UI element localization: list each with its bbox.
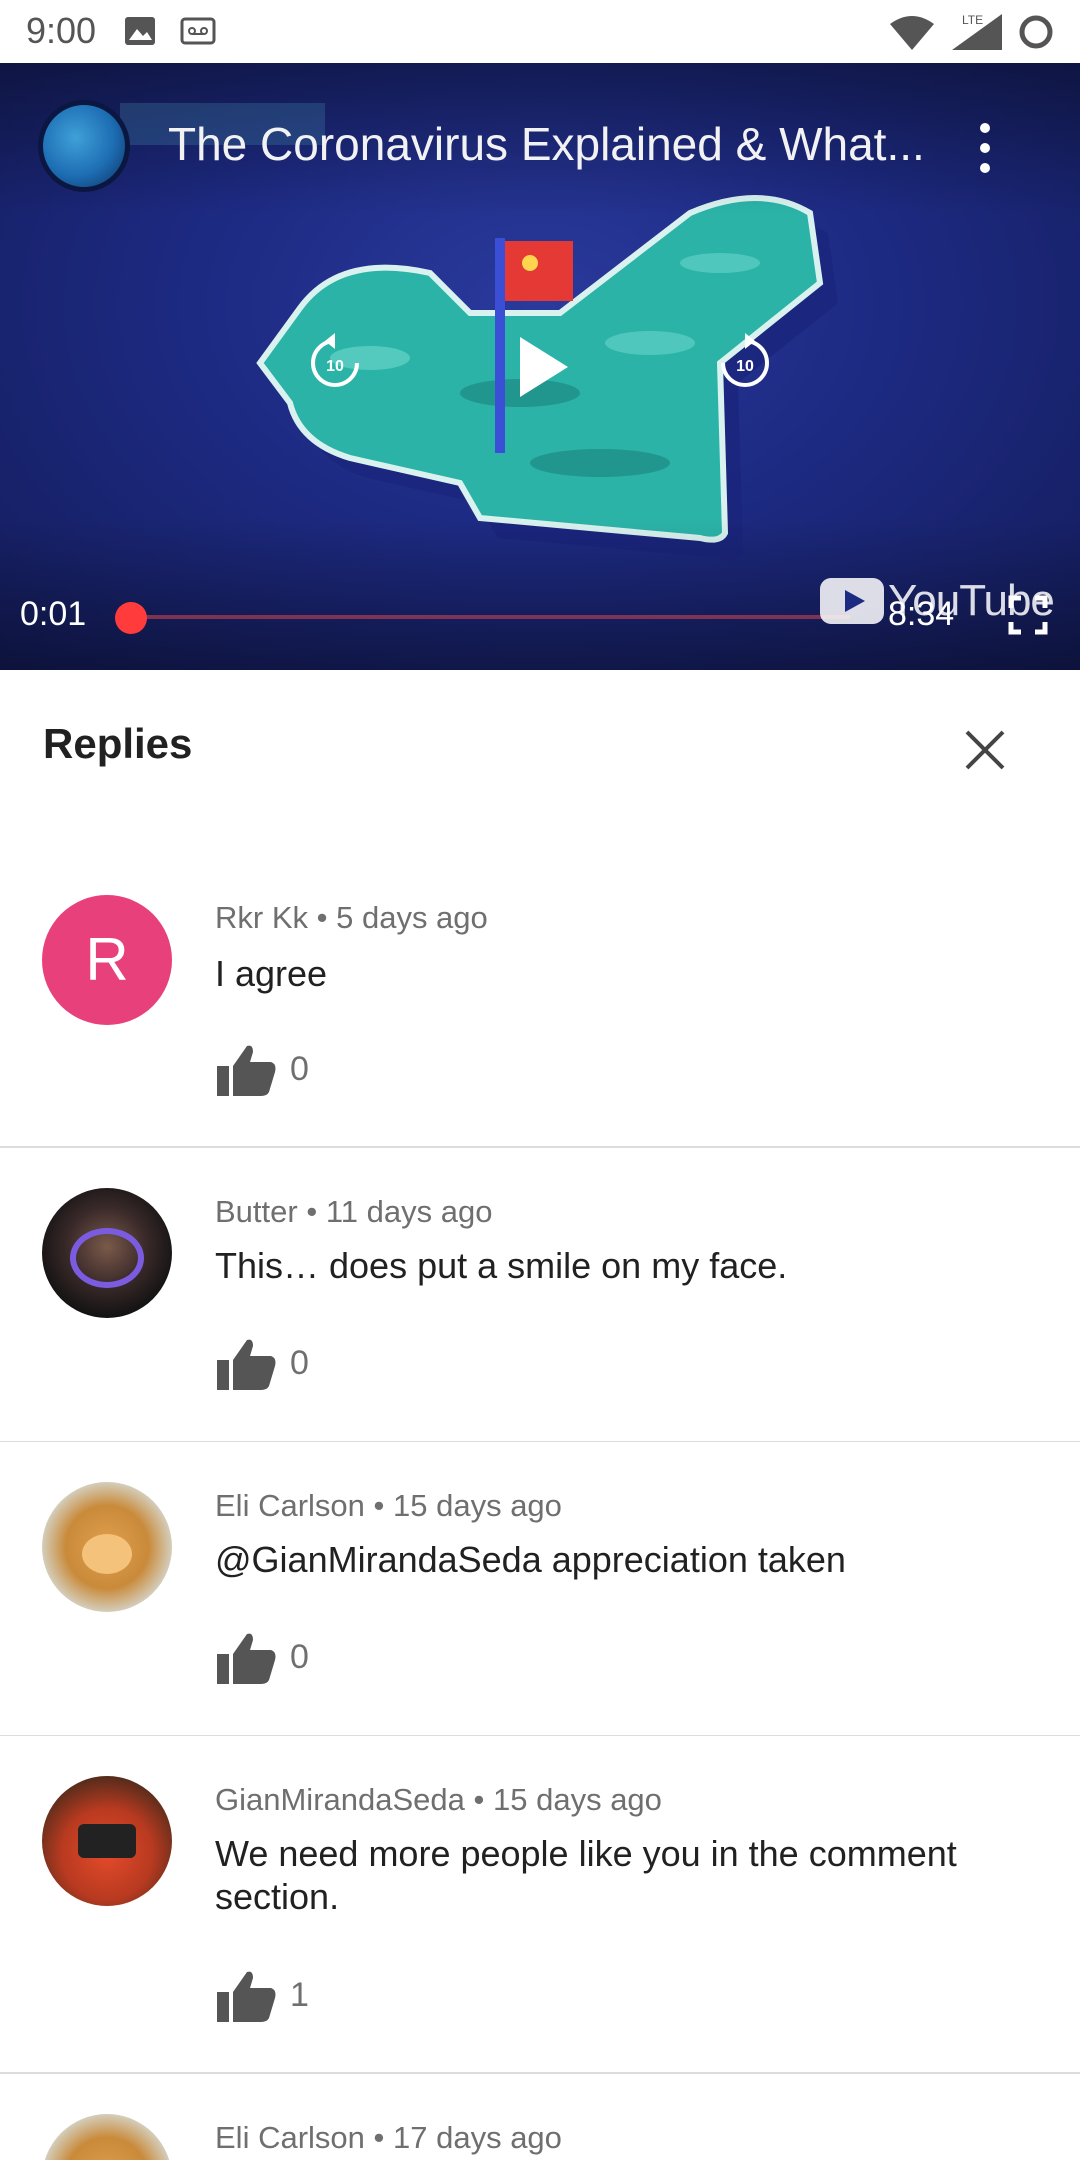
thumbs-up-icon <box>217 1339 276 1390</box>
thumbs-up-icon <box>217 1971 276 2022</box>
reply-meta: GianMirandaSeda • 15 days ago <box>215 1782 662 1818</box>
reply-text: I agree <box>215 953 328 994</box>
reply-age: 11 days ago <box>325 1194 493 1229</box>
like-count: 0 <box>290 1344 309 1382</box>
meta-separator: • <box>373 1488 385 1523</box>
meta-separator: • <box>473 1782 485 1817</box>
reply-age: 17 days ago <box>393 2120 562 2155</box>
meta-separator: • <box>373 2120 385 2155</box>
lte-signal-icon: LTE <box>952 13 1002 50</box>
reply-item: R Rkr Kk • 5 days ago I agree 0 <box>0 820 1080 1148</box>
channel-avatar[interactable] <box>38 100 130 192</box>
avatar[interactable] <box>42 1776 172 1906</box>
status-time: 9:00 <box>26 10 97 51</box>
like-count: 0 <box>290 1050 309 1088</box>
more-vert-icon[interactable] <box>970 118 1000 178</box>
status-bar: 9:00 LTE <box>0 0 1080 63</box>
total-time: 8:34 <box>888 595 955 633</box>
reply-author[interactable]: Rkr Kk <box>215 900 308 935</box>
avatar-camera <box>78 1824 136 1858</box>
reply-item: Eli Carlson • 15 days ago @GianMirandaSe… <box>0 1442 1080 1737</box>
wifi-icon <box>890 16 934 50</box>
play-icon[interactable] <box>512 333 572 401</box>
ring-icon <box>1019 15 1053 49</box>
progress-bar[interactable] <box>130 615 850 619</box>
progress-scrubber[interactable] <box>115 602 147 634</box>
replies-title: Replies <box>43 720 193 767</box>
reply-text: This… does put a smile on my face. <box>215 1245 788 1286</box>
voicemail-icon <box>180 17 216 45</box>
reply-text: @GianMirandaSeda appreciation taken <box>215 1539 846 1580</box>
reply-author[interactable]: Eli Carlson <box>215 1488 365 1523</box>
meta-separator: • <box>316 900 328 935</box>
avatar-puppy-face <box>82 1534 132 1574</box>
reply-author[interactable]: GianMirandaSeda <box>215 1782 465 1817</box>
reply-item: Butter • 11 days ago This… does put a sm… <box>0 1148 1080 1443</box>
rewind-10-icon[interactable]: 10 <box>305 333 365 393</box>
rewind-seconds: 10 <box>326 358 344 375</box>
reply-author[interactable]: Butter <box>215 1194 298 1229</box>
thumbs-up-icon <box>217 1045 276 1096</box>
image-icon <box>125 17 155 45</box>
like-count: 1 <box>290 1976 309 2014</box>
avatar[interactable] <box>42 2114 172 2160</box>
reply-text: We need more people like you in the comm… <box>215 1833 957 1917</box>
fullscreen-icon[interactable] <box>1008 595 1048 635</box>
forward-seconds: 10 <box>736 358 754 375</box>
reply-meta: Butter • 11 days ago <box>215 1194 492 1230</box>
close-icon[interactable] <box>955 720 1015 780</box>
video-player[interactable]: The Coronavirus Explained & What... 10 1… <box>0 63 1080 670</box>
replies-header: Replies <box>0 670 1080 820</box>
avatar[interactable]: R <box>42 895 172 1025</box>
avatar[interactable] <box>42 1482 172 1612</box>
current-time: 0:01 <box>20 595 87 633</box>
lte-label: LTE <box>962 13 983 27</box>
reply-meta: Eli Carlson • 15 days ago <box>215 1488 562 1524</box>
like-count: 0 <box>290 1638 309 1676</box>
meta-separator: • <box>306 1194 318 1229</box>
thumbs-up-icon <box>217 1633 276 1684</box>
avatar-letter: R <box>85 926 129 993</box>
reply-age: 5 days ago <box>336 900 488 935</box>
avatar[interactable] <box>42 1188 172 1318</box>
reply-item: Eli Carlson • 17 days ago <box>0 2074 1080 2160</box>
forward-10-icon[interactable]: 10 <box>715 333 775 393</box>
reply-age: 15 days ago <box>493 1782 662 1817</box>
video-title[interactable]: The Coronavirus Explained & What... <box>168 117 928 171</box>
reply-item: GianMirandaSeda • 15 days ago We need mo… <box>0 1736 1080 2074</box>
reply-meta: Eli Carlson • 17 days ago <box>215 2120 562 2156</box>
avatar-headphones <box>70 1228 144 1288</box>
reply-author[interactable]: Eli Carlson <box>215 2120 365 2155</box>
reply-age: 15 days ago <box>393 1488 562 1523</box>
reply-meta: Rkr Kk • 5 days ago <box>215 900 488 936</box>
